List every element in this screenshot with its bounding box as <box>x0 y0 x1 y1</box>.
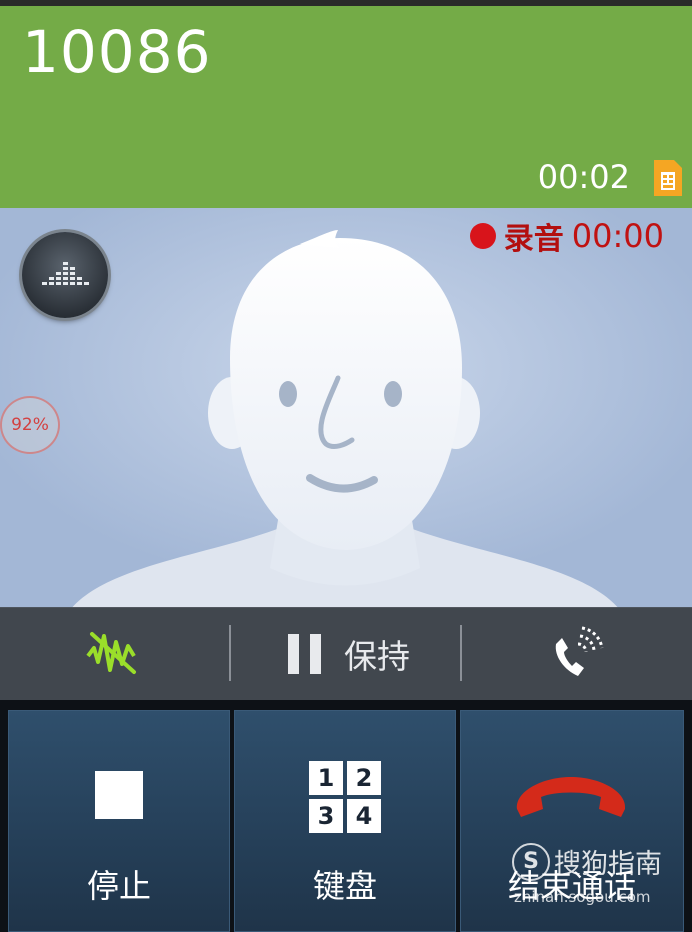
hang-up-icon <box>516 777 626 817</box>
noise-reduction-icon[interactable] <box>86 628 140 678</box>
speaker-phone-icon[interactable] <box>548 626 604 682</box>
percent-badge[interactable]: 92% <box>0 396 60 454</box>
keypad-icon-digit: 2 <box>347 761 381 795</box>
recording-label: 录音 <box>503 222 564 257</box>
stop-recording-button[interactable]: 停止 <box>8 710 230 932</box>
call-duration: 00:02 <box>537 158 630 196</box>
sim-card-icon <box>654 160 682 196</box>
call-header: 10086 00:02 <box>0 6 692 208</box>
hold-label: 保持 <box>344 636 410 676</box>
record-dot-icon <box>469 223 496 249</box>
divider <box>229 625 231 681</box>
stop-label: 停止 <box>86 867 151 905</box>
recording-indicator[interactable]: 录音 00:00 <box>469 216 664 257</box>
divider <box>460 625 462 681</box>
keypad-icon-digit: 3 <box>309 799 343 833</box>
watermark-text: 搜狗指南 <box>554 849 662 880</box>
recording-time: 00:00 <box>571 217 664 255</box>
keypad-icon: 1 2 3 4 <box>309 761 381 833</box>
keypad-icon-digit: 4 <box>347 799 381 833</box>
keypad-label: 键盘 <box>312 867 377 905</box>
pause-icon <box>288 633 321 674</box>
caller-number: 10086 <box>22 18 212 86</box>
watermark: S 搜狗指南 <box>512 842 662 881</box>
keypad-icon-digit: 1 <box>309 761 343 795</box>
keypad-button[interactable]: 1 2 3 4 键盘 <box>234 710 456 932</box>
sogou-logo-icon: S <box>512 842 550 881</box>
stop-icon <box>95 771 143 819</box>
watermark-url: zhinan.sogou.com <box>514 888 651 906</box>
hold-button[interactable]: 保持 <box>288 607 410 700</box>
equalizer-button[interactable] <box>22 232 108 318</box>
equalizer-icon <box>42 262 89 285</box>
